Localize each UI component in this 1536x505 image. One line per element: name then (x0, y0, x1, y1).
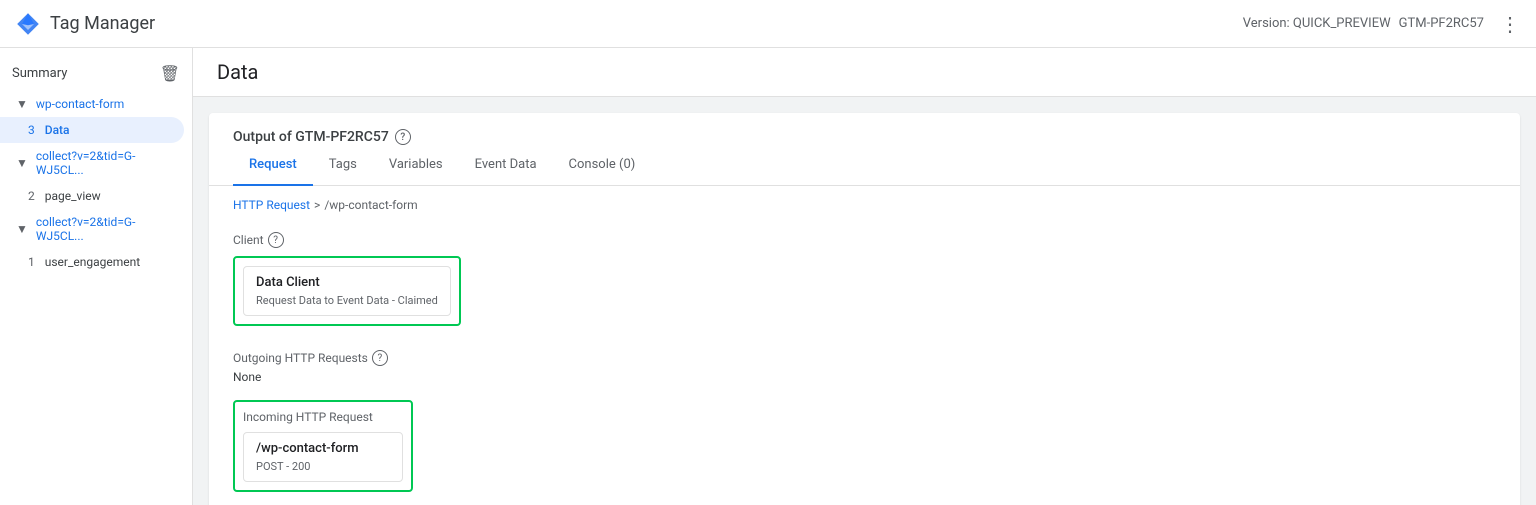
sidebar-item-page-view[interactable]: 2 page_view (0, 183, 192, 209)
client-label: Client (233, 233, 264, 247)
help-icon[interactable]: ? (395, 129, 411, 145)
sidebar-item-user-engagement[interactable]: 1 user_engagement (0, 249, 192, 275)
breadcrumb: HTTP Request > /wp-contact-form (209, 186, 1520, 224)
incoming-inner: /wp-contact-form POST - 200 (243, 432, 403, 482)
summary-label: Summary (12, 66, 67, 81)
logo-icon (16, 12, 40, 36)
sidebar-item-label: wp-contact-form (36, 97, 124, 111)
sidebar: Summary 🗑 ▼ wp-contact-form 3 Data ▼ col… (0, 48, 193, 505)
incoming-section-label: Incoming HTTP Request (243, 410, 403, 424)
client-box: Data Client Request Data to Event Data -… (233, 256, 461, 326)
sidebar-item-collect2[interactable]: ▼ collect?v=2&tid=G-WJ5CL... (0, 209, 192, 249)
sidebar-item-label: page_view (45, 189, 101, 203)
outgoing-label-text: Outgoing HTTP Requests (233, 351, 368, 365)
main-content: Data Output of GTM-PF2RC57 ? Request Tag… (193, 48, 1536, 505)
sidebar-item-label: Data (45, 123, 70, 137)
chevron-down-icon: ▼ (16, 97, 28, 111)
sidebar-item-label: collect?v=2&tid=G-WJ5CL... (36, 149, 180, 177)
outgoing-section: Outgoing HTTP Requests ? None (209, 342, 1520, 392)
delete-icon[interactable]: 🗑 (160, 64, 180, 83)
sidebar-item-label: collect?v=2&tid=G-WJ5CL... (36, 215, 180, 243)
client-sub: Request Data to Event Data - Claimed (256, 294, 438, 307)
app-title: Tag Manager (50, 13, 155, 34)
layout: Summary 🗑 ▼ wp-contact-form 3 Data ▼ col… (0, 48, 1536, 505)
tab-variables[interactable]: Variables (373, 145, 459, 186)
sidebar-item-collect1[interactable]: ▼ collect?v=2&tid=G-WJ5CL... (0, 143, 192, 183)
outgoing-help-icon[interactable]: ? (372, 350, 388, 366)
card-header: Output of GTM-PF2RC57 ? (209, 113, 1520, 145)
incoming-box: Incoming HTTP Request /wp-contact-form P… (233, 400, 413, 492)
sidebar-item-num: 3 (28, 123, 35, 137)
page-title: Data (217, 60, 258, 84)
chevron-down-icon: ▼ (16, 222, 28, 236)
client-help-icon[interactable]: ? (268, 232, 284, 248)
breadcrumb-link[interactable]: HTTP Request (233, 198, 310, 212)
topbar: Tag Manager Version: QUICK_PREVIEW GTM-P… (0, 0, 1536, 48)
tabs: Request Tags Variables Event Data Consol… (209, 145, 1520, 186)
breadcrumb-path: /wp-contact-form (324, 198, 417, 212)
tab-event-data[interactable]: Event Data (459, 145, 553, 186)
topbar-right: Version: QUICK_PREVIEW GTM-PF2RC57 ⋮ (1243, 12, 1520, 36)
tab-request[interactable]: Request (233, 145, 313, 186)
container-id: GTM-PF2RC57 (1399, 16, 1484, 31)
sidebar-item-data[interactable]: 3 Data (0, 117, 184, 143)
tab-tags[interactable]: Tags (313, 145, 373, 186)
version-label: Version: QUICK_PREVIEW (1243, 16, 1391, 31)
version-info: Version: QUICK_PREVIEW GTM-PF2RC57 (1243, 16, 1484, 31)
sidebar-item-wp-contact-form[interactable]: ▼ wp-contact-form (0, 91, 192, 117)
incoming-path: /wp-contact-form (256, 441, 390, 456)
breadcrumb-separator: > (314, 198, 320, 212)
sidebar-item-num: 1 (28, 255, 35, 269)
sidebar-item-label: user_engagement (45, 255, 140, 269)
main-header: Data (193, 48, 1536, 97)
incoming-status: POST - 200 (256, 460, 390, 473)
topbar-left: Tag Manager (16, 12, 155, 36)
outgoing-value: None (233, 370, 1496, 384)
client-name: Data Client (256, 275, 438, 290)
more-menu-icon[interactable]: ⋮ (1500, 12, 1520, 36)
client-section-label: Client ? (209, 224, 1520, 252)
client-inner: Data Client Request Data to Event Data -… (243, 266, 451, 316)
sidebar-item-num: 2 (28, 189, 35, 203)
outgoing-label: Outgoing HTTP Requests ? (233, 350, 1496, 366)
output-title: Output of GTM-PF2RC57 (233, 129, 389, 145)
tab-console[interactable]: Console (0) (553, 145, 652, 186)
chevron-down-icon: ▼ (16, 156, 28, 170)
content-card: Output of GTM-PF2RC57 ? Request Tags Var… (209, 113, 1520, 505)
sidebar-summary: Summary 🗑 (0, 48, 192, 91)
